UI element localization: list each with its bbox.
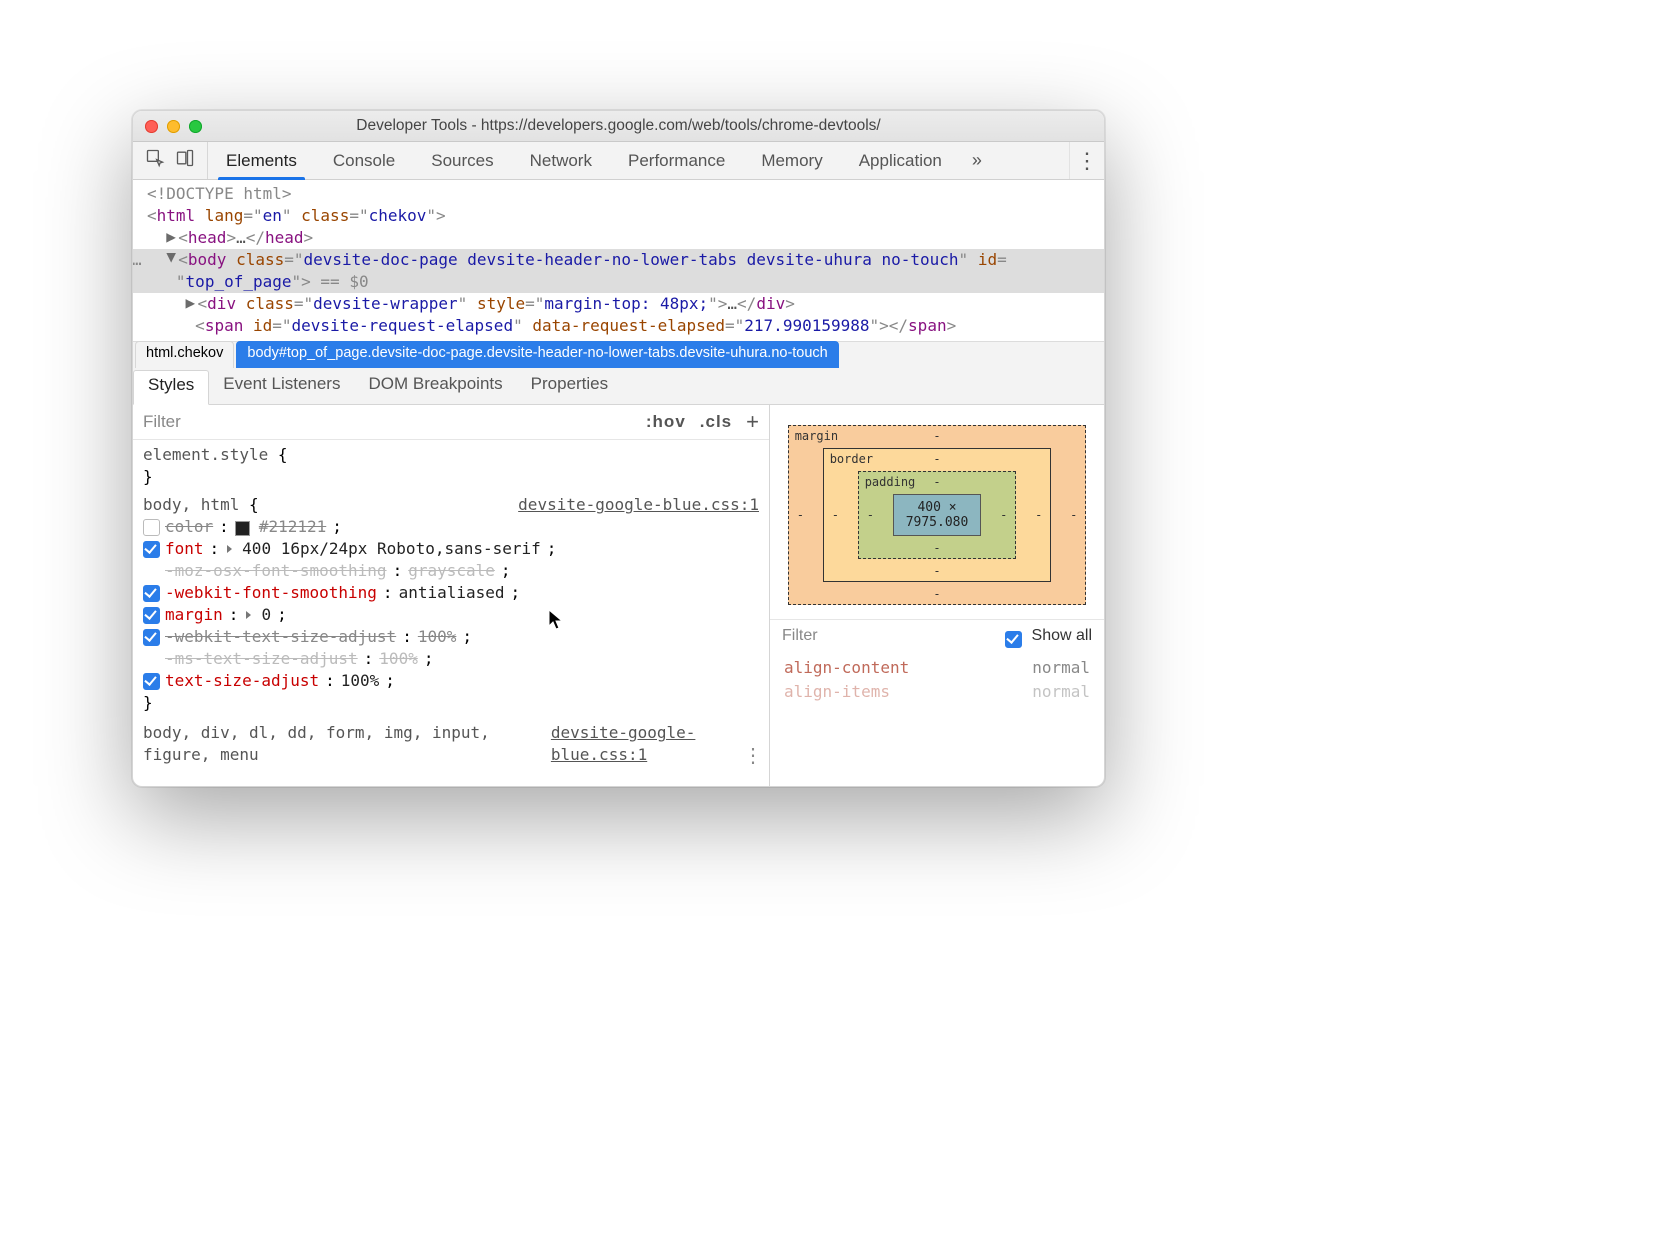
dom-head[interactable]: ▶<head>…</head> (147, 227, 1098, 249)
subtab-styles[interactable]: Styles (133, 370, 209, 405)
prop-color[interactable]: color: #212121; (143, 516, 759, 538)
tab-elements[interactable]: Elements (208, 142, 315, 179)
prop-margin[interactable]: margin: 0; (143, 604, 759, 626)
toggle-prop-checkbox[interactable] (143, 629, 160, 646)
titlebar[interactable]: Developer Tools - https://developers.goo… (133, 111, 1104, 142)
styles-filter-input[interactable]: Filter (143, 412, 632, 432)
toggle-prop-checkbox[interactable] (143, 541, 160, 558)
computed-row[interactable]: align-items normal (784, 680, 1090, 704)
styles-pane: Filter :hov .cls + element.style { } bod… (133, 405, 770, 787)
styles-computed-split: Filter :hov .cls + element.style { } bod… (133, 405, 1104, 787)
device-toolbar-icon[interactable] (175, 148, 195, 173)
main-toolbar: Elements Console Sources Network Perform… (133, 142, 1104, 180)
dom-doctype[interactable]: <!DOCTYPE html> (147, 183, 1098, 205)
dom-html-open[interactable]: <html lang="en" class="chekov"> (147, 205, 1098, 227)
zoom-window-button[interactable] (189, 120, 202, 133)
close-window-button[interactable] (145, 120, 158, 133)
prop-webkit-tsa[interactable]: -webkit-text-size-adjust: 100%; (143, 626, 759, 648)
new-style-rule-button[interactable]: + (746, 417, 759, 427)
dom-body-selected[interactable]: ▶<body class="devsite-doc-page devsite-h… (133, 249, 1104, 293)
tab-network[interactable]: Network (512, 142, 610, 179)
window-title: Developer Tools - https://developers.goo… (133, 117, 1104, 135)
minimize-window-button[interactable] (167, 120, 180, 133)
prop-moz-smoothing[interactable]: -moz-osx-font-smoothing: grayscale; (143, 560, 759, 582)
style-rules: element.style { } body, html { devsite-g… (133, 440, 769, 770)
rule-menu-button[interactable]: ⋮ (743, 744, 763, 766)
toggle-prop-checkbox[interactable] (143, 585, 160, 602)
subtab-event-listeners[interactable]: Event Listeners (209, 368, 354, 404)
more-tabs-button[interactable]: » (960, 142, 994, 179)
dom-span-elapsed[interactable]: <span id="devsite-request-elapsed" data-… (147, 315, 1098, 337)
toggle-cls-button[interactable]: .cls (700, 412, 732, 432)
rule-element-style[interactable]: element.style { } (143, 444, 759, 488)
prop-font[interactable]: font: 400 16px/24px Roboto,sans-serif; (143, 538, 759, 560)
devtools-window: Developer Tools - https://developers.goo… (132, 110, 1105, 787)
box-model-content: 400 × 7975.080 (893, 494, 982, 536)
prop-webkit-smoothing[interactable]: -webkit-font-smoothing: antialiased; (143, 582, 759, 604)
subtab-dom-breakpoints[interactable]: DOM Breakpoints (354, 368, 516, 404)
subtab-properties[interactable]: Properties (517, 368, 622, 404)
dom-div-wrapper[interactable]: ▶<div class="devsite-wrapper" style="mar… (147, 293, 1098, 315)
show-all-label: Show all (1032, 627, 1092, 645)
sidebar-tabs: Styles Event Listeners DOM Breakpoints P… (133, 368, 1104, 405)
toggle-prop-checkbox[interactable] (143, 519, 160, 536)
tab-console[interactable]: Console (315, 142, 413, 179)
toggle-hov-button[interactable]: :hov (646, 412, 686, 432)
dom-tree[interactable]: <!DOCTYPE html> <html lang="en" class="c… (133, 180, 1104, 341)
source-link[interactable]: devsite-google-blue.css:1 (551, 722, 759, 766)
expand-shorthand-icon[interactable] (246, 611, 251, 619)
inspect-element-icon[interactable] (145, 148, 165, 173)
toggle-prop-checkbox[interactable] (143, 607, 160, 624)
prop-tsa[interactable]: text-size-adjust: 100%; (143, 670, 759, 692)
color-swatch-icon[interactable] (235, 521, 250, 536)
show-all-checkbox[interactable] (1005, 631, 1022, 648)
source-link[interactable]: devsite-google-blue.css:1 (518, 494, 759, 516)
rule-body-html[interactable]: body, html { devsite-google-blue.css:1 c… (143, 494, 759, 714)
box-model[interactable]: margin ---- border ---- padding ---- 400… (770, 405, 1104, 619)
breadcrumb-body[interactable]: body#top_of_page.devsite-doc-page.devsit… (236, 341, 838, 368)
main-tabs: Elements Console Sources Network Perform… (208, 142, 960, 179)
computed-row[interactable]: align-content normal (784, 656, 1090, 680)
toggle-prop-checkbox[interactable] (143, 673, 160, 690)
computed-filter-input[interactable]: Filter (782, 627, 995, 645)
expand-icon[interactable]: ▶ (166, 226, 178, 248)
tab-application[interactable]: Application (841, 142, 960, 179)
traffic-lights (145, 120, 202, 133)
breadcrumb-html[interactable]: html.chekov (135, 341, 234, 368)
expand-icon[interactable]: ▶ (186, 292, 198, 314)
collapse-icon[interactable]: ▶ (161, 253, 183, 265)
prop-ms-tsa[interactable]: -ms-text-size-adjust: 100%; (143, 648, 759, 670)
computed-pane: margin ---- border ---- padding ---- 400… (770, 405, 1104, 787)
tab-memory[interactable]: Memory (743, 142, 840, 179)
tab-sources[interactable]: Sources (413, 142, 511, 179)
computed-filter-bar: Filter Show all (770, 619, 1104, 652)
tab-performance[interactable]: Performance (610, 142, 743, 179)
settings-menu-button[interactable]: ⋮ (1069, 142, 1104, 179)
rule-body-div-etc[interactable]: body, div, dl, dd, form, img, input, fig… (143, 722, 759, 766)
breadcrumb: html.chekov body#top_of_page.devsite-doc… (133, 341, 1104, 368)
styles-filter-bar: Filter :hov .cls + (133, 405, 769, 440)
expand-shorthand-icon[interactable] (227, 545, 232, 553)
computed-properties-list[interactable]: align-content normal align-items normal (770, 652, 1104, 708)
